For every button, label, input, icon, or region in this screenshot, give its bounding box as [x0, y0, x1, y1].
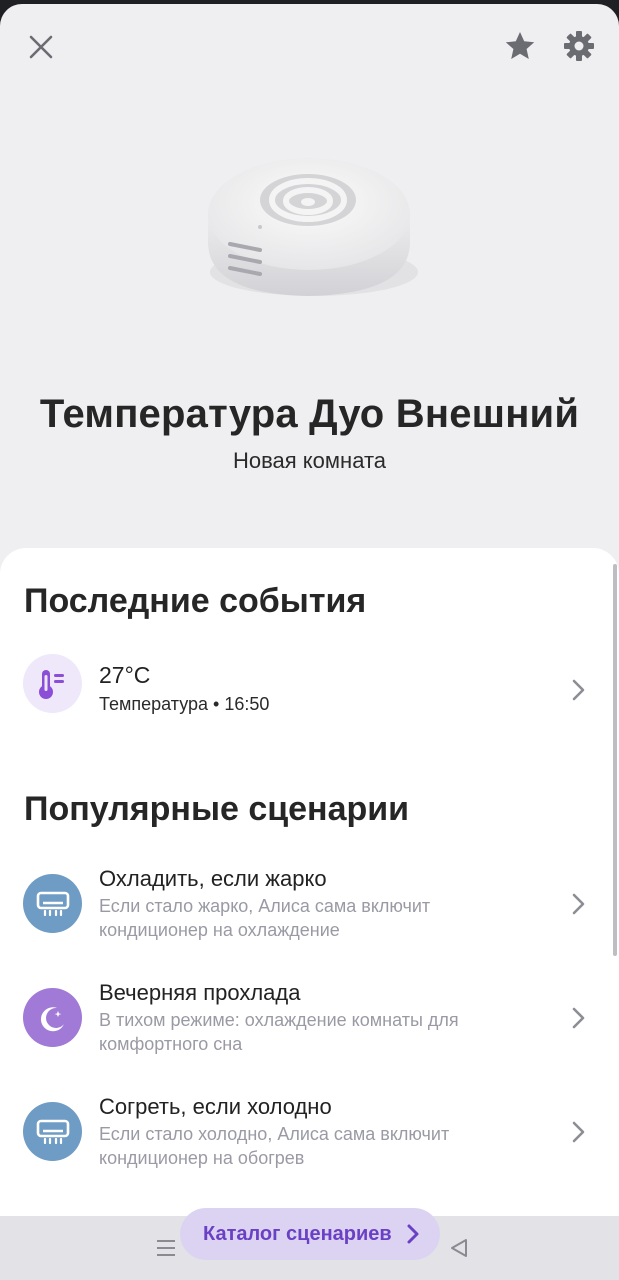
chevron-right-icon	[572, 679, 585, 701]
scenario-row[interactable]: Согреть, если холодно Если стало холодно…	[0, 1094, 619, 1174]
chevron-right-icon	[572, 893, 585, 915]
scenario-row[interactable]: Вечерняя прохлада В тихом режиме: охлажд…	[0, 980, 619, 1060]
scenario-catalog-button[interactable]: Каталог сценариев	[180, 1208, 440, 1260]
scenario-description: Если стало холодно, Алиса сама включит к…	[99, 1124, 450, 1168]
event-avatar	[23, 654, 82, 713]
scenario-avatar	[23, 1102, 82, 1161]
menu-icon[interactable]	[155, 1238, 177, 1258]
scenario-row[interactable]: Охладить, если жарко Если стало жарко, А…	[0, 866, 619, 946]
content-card: Последние события 27°C Температура • 16:…	[0, 548, 619, 1280]
scenario-avatar	[23, 874, 82, 933]
scenario-description: В тихом режиме: охлаждение комнаты для к…	[99, 1010, 459, 1054]
events-section-title: Последние события	[24, 582, 367, 620]
scenario-title: Согреть, если холодно	[99, 1094, 332, 1119]
device-room: Новая комната	[232, 448, 387, 473]
scenarios-section-title: Популярные сценарии	[24, 790, 410, 828]
top-bar	[0, 4, 619, 94]
scenario-title: Вечерняя прохлада	[99, 980, 301, 1005]
close-button[interactable]	[22, 28, 60, 66]
back-icon[interactable]	[448, 1237, 470, 1259]
chevron-right-icon	[572, 1007, 585, 1029]
chevron-right-icon	[572, 1121, 585, 1143]
close-icon	[29, 35, 53, 59]
event-detail: Температура • 16:50	[99, 694, 270, 714]
device-name: Температура Дуо Внешний	[39, 392, 580, 436]
event-value: 27°C	[99, 662, 151, 688]
favorite-button[interactable]	[500, 26, 540, 66]
scrollbar[interactable]	[613, 564, 617, 956]
moon-icon	[40, 1006, 64, 1031]
scenario-catalog-label: Каталог сценариев	[203, 1222, 392, 1245]
air-conditioner-icon	[36, 891, 69, 916]
device-image	[208, 158, 418, 296]
scenario-description: Если стало жарко, Алиса сама включит кон…	[99, 896, 431, 940]
chevron-right-icon	[407, 1224, 419, 1244]
air-conditioner-icon	[36, 1119, 69, 1144]
event-row[interactable]: 27°C Температура • 16:50	[0, 654, 619, 716]
thermometer-icon	[38, 669, 64, 699]
scenario-title: Охладить, если жарко	[99, 866, 327, 891]
settings-button[interactable]	[559, 26, 599, 66]
gear-icon	[564, 31, 594, 61]
star-icon	[505, 32, 535, 59]
device-sheet: Температура Дуо Внешний Новая комната По…	[0, 4, 619, 1280]
scenario-avatar	[23, 988, 82, 1047]
